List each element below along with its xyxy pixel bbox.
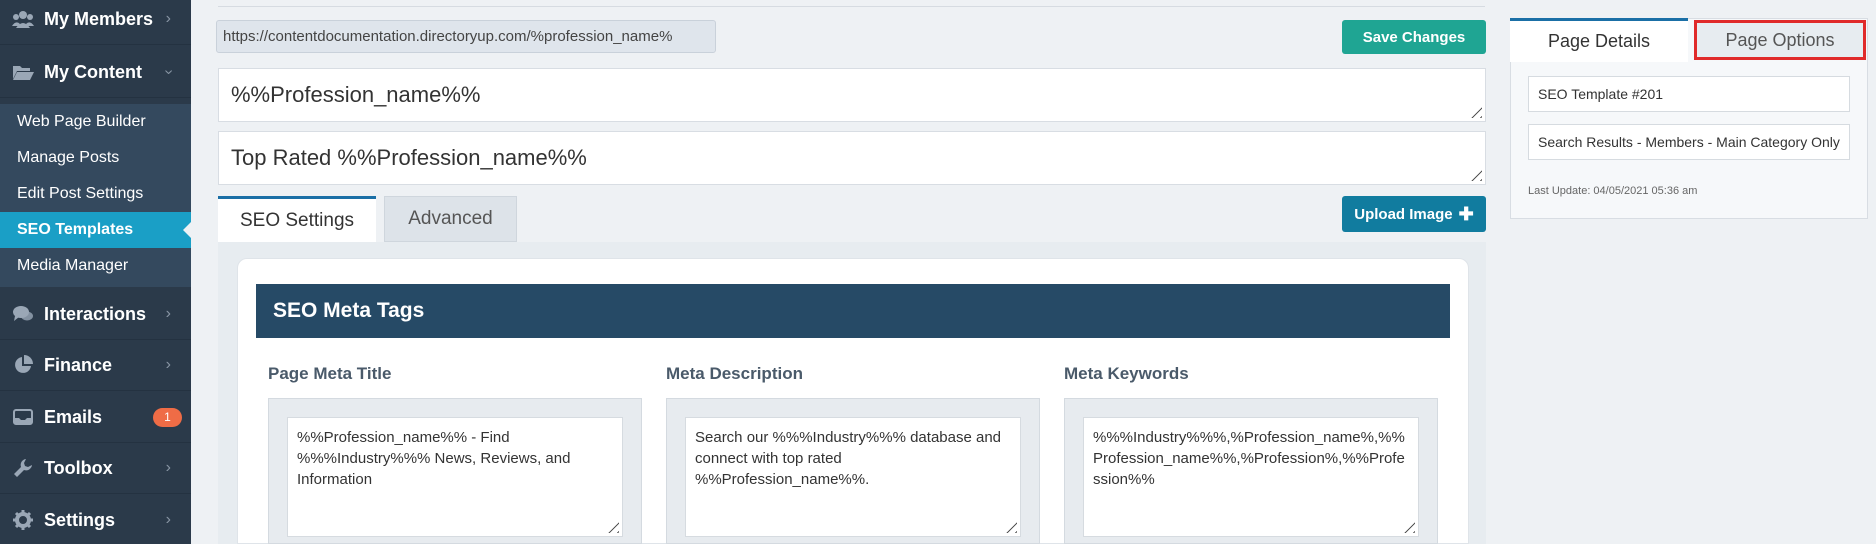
folder-open-icon — [12, 62, 34, 82]
sidebar-item-label: Toolbox — [44, 457, 113, 478]
card-title: SEO Meta Tags — [256, 284, 1450, 338]
sidebar-subitem-label: SEO Templates — [17, 221, 134, 238]
tab-advanced[interactable]: Advanced — [384, 196, 517, 242]
chevron-right-icon: › — [165, 356, 171, 373]
chevron-right-icon: › — [165, 305, 171, 322]
chevron-right-icon: › — [165, 511, 171, 528]
sidebar-subitem-manage-posts[interactable]: Manage Posts — [0, 140, 191, 176]
sidebar-item-settings[interactable]: Settings › — [0, 495, 191, 544]
tab-seo-settings[interactable]: SEO Settings — [218, 196, 376, 242]
meta-keywords-value: %%%Industry%%%,%Profession_name%,%%Profe… — [1093, 429, 1405, 488]
sidebar: My Members › My Content › Web Page Build… — [0, 0, 192, 544]
meta-keywords-textarea[interactable]: %%%Industry%%%,%Profession_name%,%%Profe… — [1083, 417, 1419, 537]
sidebar-item-interactions[interactable]: Interactions › — [0, 289, 191, 340]
template-name-field[interactable]: SEO Template #201 — [1528, 76, 1850, 112]
sidebar-item-label: Finance — [44, 354, 113, 375]
resize-handle-icon[interactable] — [1466, 102, 1482, 118]
sidebar-subitem-seo-templates[interactable]: SEO Templates — [0, 212, 192, 248]
meta-description-textarea[interactable]: Search our %%%Industry%%% database and c… — [685, 417, 1021, 537]
meta-description-value: Search our %%%Industry%%% database and c… — [695, 429, 1002, 488]
resize-handle-icon[interactable] — [603, 517, 619, 533]
page-url-field[interactable]: https://contentdocumentation.directoryup… — [216, 20, 716, 53]
sidebar-subitem-media-manager[interactable]: Media Manager — [0, 248, 191, 284]
sidebar-item-label: Interactions — [44, 303, 147, 324]
plus-icon: ✚ — [1458, 204, 1474, 224]
comments-icon — [12, 304, 34, 324]
template-type-field[interactable]: Search Results - Members - Main Category… — [1528, 124, 1850, 160]
sidebar-item-emails[interactable]: Emails 1 — [0, 392, 191, 443]
meta-keywords-label: Meta Keywords — [1064, 364, 1189, 383]
inbox-icon — [12, 407, 34, 427]
sidebar-item-label: My Content — [44, 61, 142, 82]
chevron-right-icon: › — [165, 10, 171, 27]
resize-handle-icon[interactable] — [1001, 517, 1017, 533]
save-changes-button[interactable]: Save Changes — [1342, 20, 1486, 54]
sidebar-item-label: My Members — [44, 8, 154, 29]
sidebar-item-my-content[interactable]: My Content › — [0, 47, 191, 98]
page-meta-title-value: %%Profession_name%% - Find %%%Industry%%… — [297, 429, 571, 488]
page-meta-title-label: Page Meta Title — [268, 364, 392, 383]
sidebar-subitem-label: Web Page Builder — [17, 113, 146, 130]
gear-icon — [12, 510, 34, 530]
chevron-right-icon: › — [165, 459, 171, 476]
sidebar-item-label: Emails — [44, 406, 103, 427]
page-title-input[interactable]: %%Profession_name%% — [218, 68, 1486, 122]
tab-page-details[interactable]: Page Details — [1510, 18, 1688, 62]
meta-description-label: Meta Description — [666, 364, 803, 383]
resize-handle-icon[interactable] — [1466, 165, 1482, 181]
users-icon — [12, 9, 34, 29]
page-subtitle-value: Top Rated %%Profession_name%% — [231, 145, 587, 170]
page-title-value: %%Profession_name%% — [231, 82, 481, 107]
sidebar-item-my-members[interactable]: My Members › — [0, 0, 191, 45]
sidebar-subitem-label: Edit Post Settings — [17, 185, 144, 202]
page-meta-title-textarea[interactable]: %%Profession_name%% - Find %%%Industry%%… — [287, 417, 623, 537]
resize-handle-icon[interactable] — [1399, 517, 1415, 533]
sidebar-item-finance[interactable]: Finance › — [0, 340, 191, 391]
sidebar-subitem-web-page-builder[interactable]: Web Page Builder — [0, 104, 191, 140]
upload-image-button[interactable]: Upload Image ✚ — [1342, 196, 1486, 232]
last-update-text: Last Update: 04/05/2021 05:36 am — [1528, 185, 1698, 197]
sidebar-subitem-label: Manage Posts — [17, 149, 120, 166]
sidebar-item-toolbox[interactable]: Toolbox › — [0, 443, 191, 494]
divider — [218, 6, 1485, 7]
wrench-icon — [12, 458, 34, 478]
pie-chart-icon — [12, 355, 34, 375]
tab-page-options[interactable]: Page Options — [1694, 20, 1866, 60]
chevron-down-icon: › — [160, 69, 178, 75]
unread-count-badge: 1 — [153, 407, 182, 427]
upload-image-label: Upload Image — [1354, 205, 1453, 223]
sidebar-item-label: Settings — [44, 509, 116, 530]
sidebar-submenu: Web Page Builder Manage Posts Edit Post … — [0, 104, 192, 287]
sidebar-subitem-edit-post-settings[interactable]: Edit Post Settings — [0, 176, 191, 212]
sidebar-subitem-label: Media Manager — [17, 257, 129, 274]
page-subtitle-input[interactable]: Top Rated %%Profession_name%% — [218, 131, 1486, 185]
